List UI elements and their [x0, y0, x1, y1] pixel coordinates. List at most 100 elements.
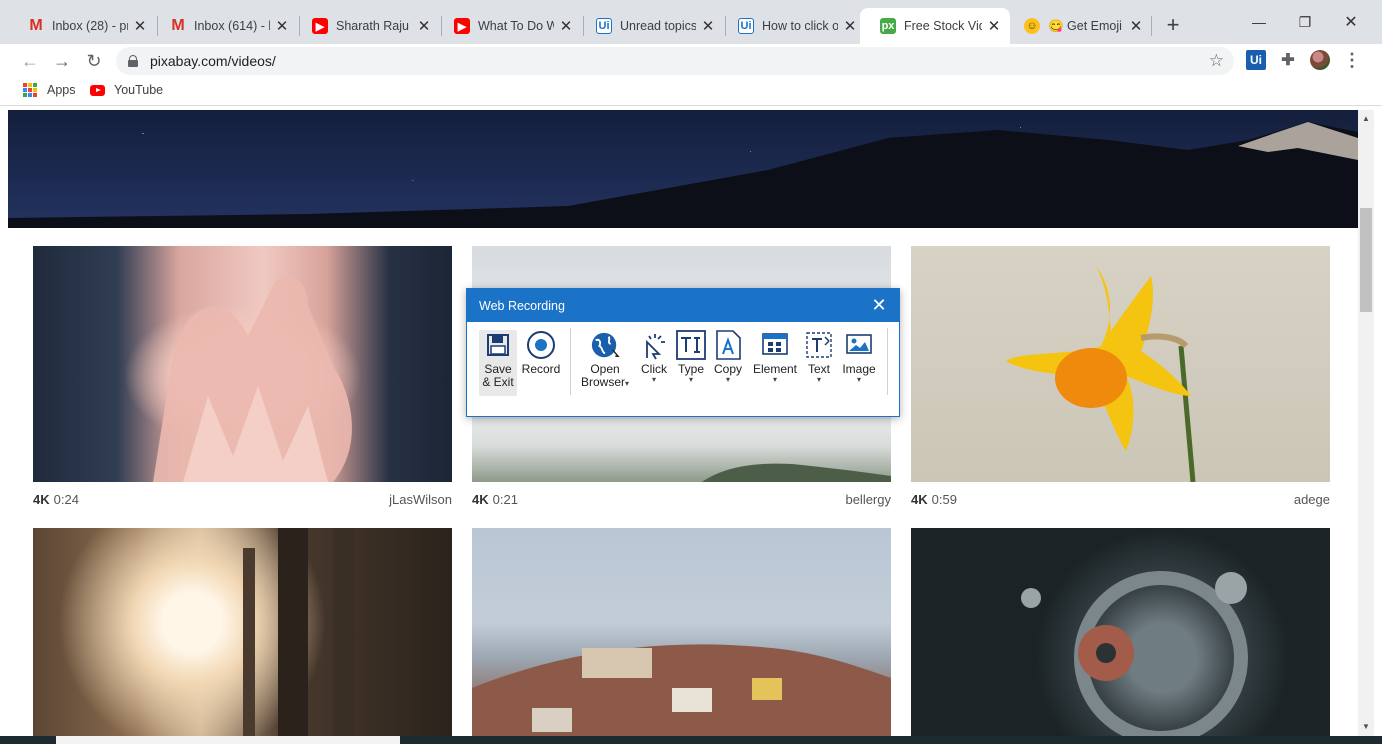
bookmark-label: YouTube [114, 83, 164, 97]
type-button[interactable]: Type ▾ [674, 330, 708, 384]
bookmark-label: Apps [47, 83, 76, 97]
forest-shape [243, 528, 355, 736]
daffodil-shape [1006, 266, 1196, 482]
tab-close-icon[interactable]: ✕ [416, 18, 432, 35]
video-thumbnail[interactable] [33, 528, 452, 736]
browser-toolbar: ← → ↻ pixabay.com/videos/ ☆ Ui ✚ ⋮ [0, 44, 1382, 78]
emoji-icon: ☺ [1024, 18, 1040, 34]
hands-shape [153, 275, 352, 482]
watch-gears-shape [1021, 571, 1248, 736]
tab-youtube-2[interactable]: ▶ What To Do W ✕ [434, 8, 582, 44]
tab-pixabay[interactable]: px Free Stock Vid ✕ [860, 8, 1010, 44]
bookmark-apps[interactable]: Apps [23, 83, 76, 97]
dropdown-caret-icon: ▾ [816, 375, 821, 384]
quality-badge: 4K [911, 492, 928, 507]
video-thumbnail[interactable] [911, 528, 1330, 736]
record-icon [526, 330, 556, 360]
youtube-icon: ▶ [312, 18, 328, 34]
tab-separator [1151, 16, 1152, 36]
tab-close-icon[interactable]: ✕ [132, 18, 148, 35]
uipath-icon: Ui [596, 18, 612, 34]
minimize-button[interactable]: — [1244, 10, 1274, 34]
youtube-icon: ▶ [454, 18, 470, 34]
video-card[interactable] [472, 528, 891, 736]
recording-ribbon: Save & Exit Record Open Browser▾ Click ▾ [467, 322, 899, 416]
click-button[interactable]: Click ▾ [637, 330, 671, 384]
tab-youtube-1[interactable]: ▶ Sharath Raju - ✕ [292, 8, 440, 44]
video-meta: 4K 0:59 adege [911, 492, 1330, 507]
taskbar-search-box[interactable] [56, 736, 400, 744]
web-recording-dialog: Web Recording ✕ Save & Exit Record Open … [466, 288, 900, 417]
video-author[interactable]: bellergy [845, 492, 891, 507]
video-quality-duration: 4K 0:59 [911, 492, 957, 507]
page-content: 4K 0:24 jLasWilson 4K 0:21 bellergy 4K 0:59… [0, 110, 1358, 736]
video-thumbnail[interactable] [911, 246, 1330, 482]
record-button[interactable]: Record [521, 330, 561, 376]
tab-title: How to click o [762, 19, 838, 33]
video-author[interactable]: jLasWilson [389, 492, 452, 507]
video-card[interactable]: 4K 0:59 adege [911, 246, 1330, 507]
bookmark-star-icon[interactable]: ☆ [1209, 51, 1224, 71]
ribbon-separator [570, 328, 571, 395]
tab-title: Unread topics [620, 19, 696, 33]
lock-icon [128, 55, 138, 67]
restore-button[interactable]: ❐ [1290, 10, 1320, 34]
save-exit-button[interactable]: Save & Exit [479, 330, 517, 396]
dialog-close-button[interactable]: ✕ [869, 295, 889, 315]
extensions-puzzle-icon[interactable]: ✚ [1278, 50, 1298, 70]
back-button[interactable]: ← [17, 48, 43, 74]
quality-badge: 4K [472, 492, 489, 507]
bookmarks-bar: Apps YouTube [0, 78, 1382, 106]
video-thumbnail[interactable] [472, 528, 891, 736]
profile-avatar[interactable] [1310, 50, 1330, 70]
close-window-button[interactable]: ✕ [1336, 10, 1366, 34]
video-card[interactable] [911, 528, 1330, 736]
address-bar[interactable]: pixabay.com/videos/ ☆ [116, 47, 1234, 75]
open-label-2-text: Browser [580, 375, 625, 389]
globe-icon [590, 330, 620, 360]
os-taskbar [0, 736, 1382, 744]
video-duration: 0:24 [53, 492, 79, 507]
video-thumbnail[interactable] [33, 246, 452, 482]
reload-button[interactable]: ↻ [81, 48, 107, 74]
page-scrollbar[interactable]: ▲ ▼ [1358, 110, 1374, 736]
tab-close-icon[interactable]: ✕ [274, 18, 290, 35]
uipath-icon: Ui [738, 18, 754, 34]
open-browser-button[interactable]: Open Browser▾ [579, 330, 631, 389]
text-button[interactable]: Text ▾ [804, 330, 834, 384]
video-card[interactable] [33, 528, 452, 736]
tab-strip: M Inbox (28) - pr ✕ M Inbox (614) - k ✕ … [0, 0, 1382, 44]
tab-close-icon[interactable]: ✕ [700, 18, 716, 35]
menu-kebab-icon[interactable]: ⋮ [1342, 50, 1362, 70]
tab-uipath-1[interactable]: Ui Unread topics ✕ [576, 8, 724, 44]
image-button[interactable]: Image ▾ [839, 330, 879, 384]
tab-close-icon[interactable]: ✕ [842, 18, 858, 35]
scroll-down-arrow-icon[interactable]: ▼ [1362, 722, 1370, 731]
tab-inbox-1[interactable]: M Inbox (28) - pr ✕ [8, 8, 156, 44]
scroll-up-arrow-icon[interactable]: ▲ [1362, 114, 1370, 123]
tab-title: 😋 Get Emoji [1048, 18, 1122, 33]
dropdown-caret-icon: ▾ [856, 375, 861, 384]
tab-inbox-2[interactable]: M Inbox (614) - k ✕ [150, 8, 298, 44]
forward-button[interactable]: → [49, 48, 75, 74]
tab-uipath-2[interactable]: Ui How to click o ✕ [718, 8, 866, 44]
bookmark-youtube[interactable]: YouTube [90, 83, 163, 97]
apps-grid-icon [23, 83, 37, 97]
element-button[interactable]: Element ▾ [751, 330, 799, 384]
new-tab-button[interactable]: + [1162, 12, 1184, 37]
image-picture-icon [844, 330, 874, 360]
dropdown-caret-icon: ▾ [725, 375, 730, 384]
video-meta: 4K 0:21 bellergy [472, 492, 891, 507]
tab-close-icon[interactable]: ✕ [986, 18, 1002, 35]
tab-close-icon[interactable]: ✕ [1128, 18, 1144, 35]
copy-button[interactable]: Copy ▾ [711, 330, 745, 384]
scrollbar-thumb[interactable] [1360, 208, 1372, 312]
video-author[interactable]: adege [1294, 492, 1330, 507]
tab-close-icon[interactable]: ✕ [558, 18, 574, 35]
dropdown-caret-icon: ▾ [625, 379, 630, 388]
hero-video-image[interactable] [8, 110, 1358, 228]
tab-emoji[interactable]: ☺ 😋 Get Emoji ✕ [1004, 8, 1152, 44]
tab-title: Inbox (614) - k [194, 19, 270, 33]
video-card[interactable]: 4K 0:24 jLasWilson [33, 246, 452, 507]
uipath-extension-icon[interactable]: Ui [1246, 50, 1266, 70]
